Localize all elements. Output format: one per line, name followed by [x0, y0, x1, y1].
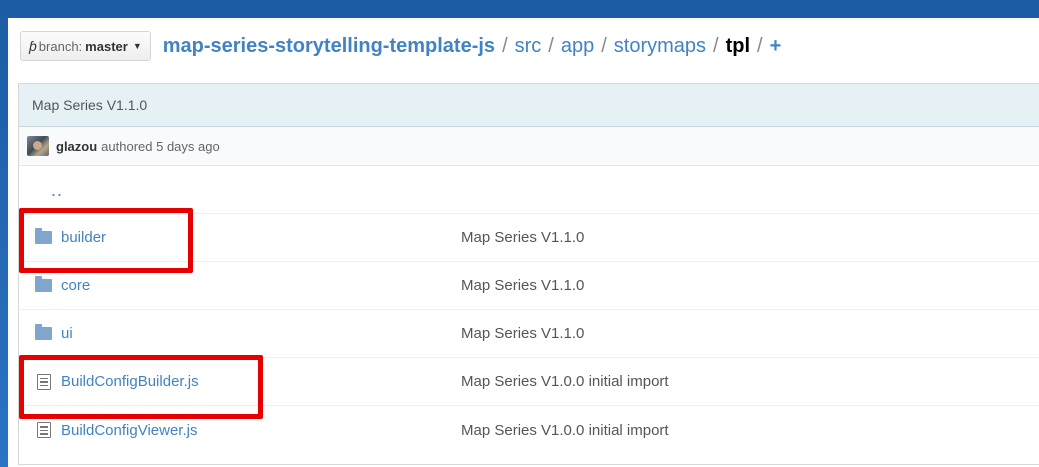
breadcrumb-separator: / [502, 34, 508, 57]
commit-message-link[interactable]: Map Series V1.0.0 initial import [461, 422, 669, 439]
breadcrumb-separator: / [757, 34, 763, 57]
file-link[interactable]: BuildConfigViewer.js [61, 422, 197, 439]
file-text-icon [37, 422, 51, 438]
commit-message-link[interactable]: Map Series V1.0.0 initial import [461, 373, 669, 390]
breadcrumb-separator: / [713, 34, 719, 57]
breadcrumb-separator: / [548, 34, 554, 57]
breadcrumb-src-link[interactable]: src [515, 35, 542, 58]
breadcrumb-bar: ƥ branch: master ▼ map-series-storytelli… [20, 30, 781, 62]
branch-name: master [85, 38, 128, 54]
commit-message-link[interactable]: Map Series V1.1.0 [461, 277, 584, 294]
latest-commit-title[interactable]: Map Series V1.1.0 [19, 84, 1039, 127]
branch-select-button[interactable]: ƥ branch: master ▼ [20, 31, 151, 61]
breadcrumb: map-series-storytelling-template-js / sr… [163, 35, 782, 58]
file-link[interactable]: core [61, 277, 90, 294]
file-link[interactable]: ui [61, 325, 73, 342]
breadcrumb-repo-link[interactable]: map-series-storytelling-template-js [163, 35, 495, 58]
folder-icon [35, 324, 52, 340]
breadcrumb-app-link[interactable]: app [561, 35, 594, 58]
commit-message-link[interactable]: Map Series V1.1.0 [461, 229, 584, 246]
new-file-button[interactable]: + [770, 35, 782, 58]
breadcrumb-separator: / [601, 34, 607, 57]
branch-prefix: branch: [38, 38, 83, 54]
branch-icon: ƥ [29, 38, 37, 54]
highlight-box-buildconfigbuilder [19, 355, 263, 419]
table-row: ui Map Series V1.1.0 [19, 310, 1039, 358]
commit-message-link[interactable]: Map Series V1.1.0 [461, 325, 584, 342]
commit-author[interactable]: glazou [56, 139, 97, 154]
avatar[interactable] [27, 136, 49, 156]
commit-message[interactable]: Map Series V1.1.0 [32, 97, 147, 113]
chevron-down-icon: ▼ [132, 41, 142, 51]
folder-icon [35, 276, 52, 292]
commit-meta: glazou authored 5 days ago [19, 127, 1039, 166]
breadcrumb-current: tpl [725, 34, 751, 57]
highlight-box-builder [19, 208, 193, 273]
breadcrumb-storymaps-link[interactable]: storymaps [614, 35, 706, 58]
parent-directory-row: .. [19, 166, 1039, 214]
commit-time: authored 5 days ago [101, 138, 220, 154]
parent-directory-link[interactable]: .. [19, 178, 63, 201]
